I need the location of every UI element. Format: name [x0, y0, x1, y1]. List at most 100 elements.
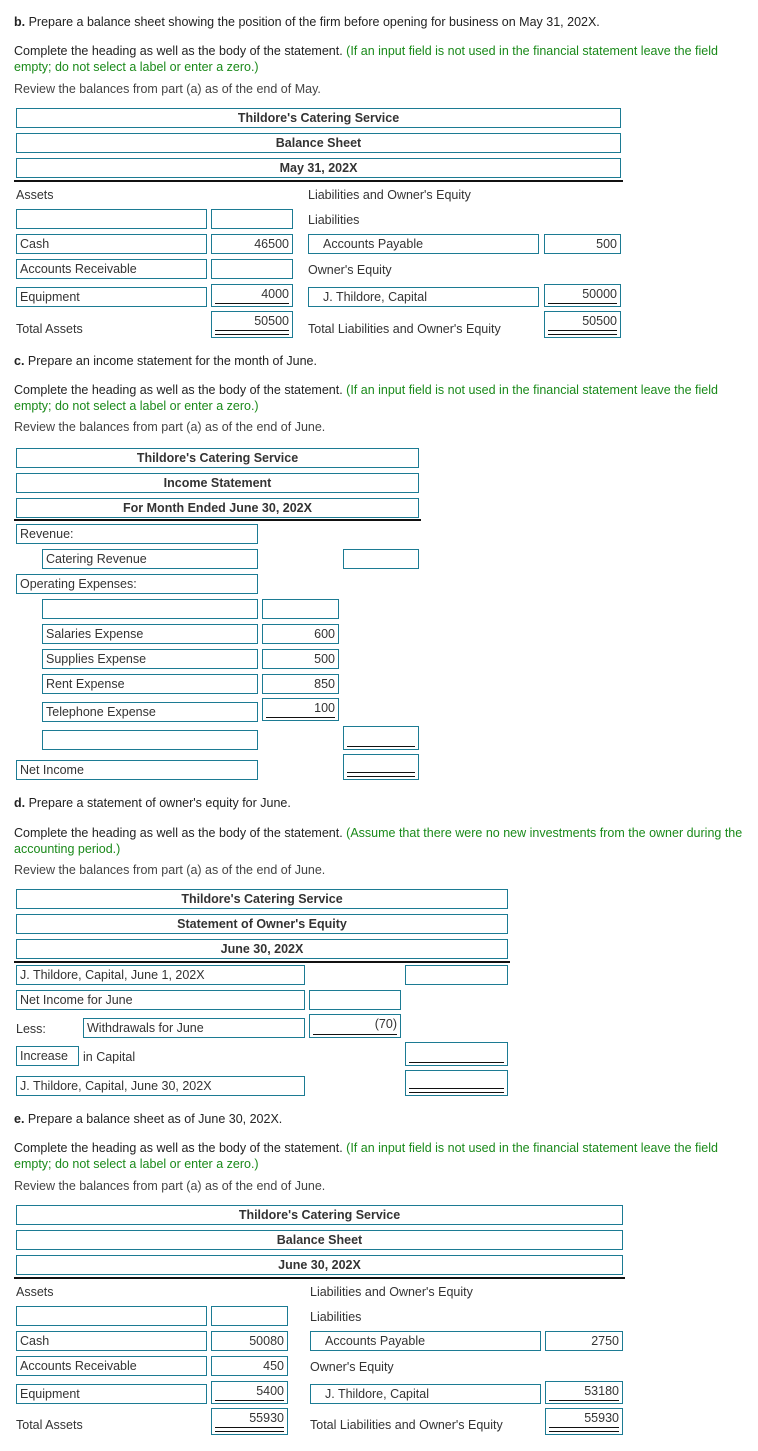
heading-company-input[interactable]: Thildore's Catering Service: [16, 1205, 623, 1225]
prompt-text: Prepare a statement of owner's equity fo…: [28, 796, 291, 810]
withdrawals-value-input[interactable]: (70): [309, 1014, 401, 1038]
asset-label-input-cash[interactable]: Cash: [16, 1331, 207, 1351]
asset-label-input-ar[interactable]: Accounts Receivable: [16, 1356, 207, 1376]
total-liab-equity-input[interactable]: 50500: [544, 311, 621, 338]
asset-value-input-equipment[interactable]: 4000: [211, 284, 293, 307]
double-underline: [215, 330, 289, 335]
value-text: 4000: [261, 287, 289, 301]
heading-title-input[interactable]: Balance Sheet: [16, 1230, 623, 1250]
total-expense-label-input[interactable]: [42, 730, 258, 750]
part-e-prompt: e. Prepare a balance sheet as of June 30…: [14, 1111, 754, 1127]
less-label: Less:: [16, 1022, 46, 1036]
part-c-prompt: c. Prepare an income statement for the m…: [14, 353, 754, 369]
asset-label-input-equipment[interactable]: Equipment: [16, 1384, 207, 1404]
heading-title-input[interactable]: Balance Sheet: [16, 133, 621, 153]
asset-value-input[interactable]: [211, 209, 293, 229]
expense-value-input-salaries[interactable]: 600: [262, 624, 339, 644]
asset-value-input-ar[interactable]: [211, 259, 293, 279]
liability-label-input[interactable]: Accounts Payable: [308, 234, 539, 254]
heading-date-input[interactable]: June 30, 202X: [16, 939, 508, 959]
total-liab-equity-label: Total Liabilities and Owner's Equity: [310, 1418, 503, 1432]
asset-value-input-ar[interactable]: 450: [211, 1356, 288, 1376]
part-letter: e.: [14, 1112, 25, 1126]
net-income-value-input[interactable]: [309, 990, 401, 1010]
part-letter: c.: [14, 354, 25, 368]
heading-company-input[interactable]: Thildore's Catering Service: [16, 448, 419, 468]
net-income-value-input[interactable]: [343, 754, 419, 780]
total-assets-input[interactable]: 50500: [211, 311, 293, 338]
expense-label-input-salaries[interactable]: Salaries Expense: [42, 624, 258, 644]
in-capital-label: in Capital: [83, 1050, 136, 1064]
assets-label: Assets: [16, 1285, 54, 1299]
heading-company-input[interactable]: Thildore's Catering Service: [16, 889, 508, 909]
expense-label-input-telephone[interactable]: Telephone Expense: [42, 702, 258, 722]
double-underline: [215, 1427, 284, 1432]
equity-label-input[interactable]: J. Thildore, Capital: [310, 1384, 541, 1404]
equity-value-input[interactable]: 53180: [545, 1381, 623, 1404]
total-assets-label: Total Assets: [16, 322, 83, 336]
owners-equity-label: Owner's Equity: [308, 263, 392, 277]
value-text: 55930: [584, 1411, 619, 1425]
capital-end-label-input[interactable]: J. Thildore, Capital, June 30, 202X: [16, 1076, 305, 1096]
part-e-instructions: Complete the heading as well as the body…: [14, 1140, 754, 1172]
heading-date-input[interactable]: May 31, 202X: [16, 158, 621, 178]
total-expense-value-input[interactable]: [343, 726, 419, 750]
equity-label-input[interactable]: J. Thildore, Capital: [308, 287, 539, 307]
asset-label-input-cash[interactable]: Cash: [16, 234, 207, 254]
single-underline: [549, 1400, 619, 1401]
heading-divider: [14, 180, 623, 182]
single-underline: [266, 717, 335, 718]
heading-title-input[interactable]: Income Statement: [16, 473, 419, 493]
revenue-label-input[interactable]: Catering Revenue: [42, 549, 258, 569]
heading-date-input[interactable]: June 30, 202X: [16, 1255, 623, 1275]
asset-value-input-cash[interactable]: 46500: [211, 234, 293, 254]
liability-label-input[interactable]: Accounts Payable: [310, 1331, 541, 1351]
expense-value-input-telephone[interactable]: 100: [262, 698, 339, 721]
withdrawals-label-input[interactable]: Withdrawals for June: [83, 1018, 305, 1038]
revenue-value-input[interactable]: [343, 549, 419, 569]
single-underline: [215, 303, 289, 304]
change-in-capital-value-input[interactable]: [405, 1042, 508, 1066]
part-b-prompt: b. Prepare a balance sheet showing the p…: [14, 14, 754, 30]
part-letter: b.: [14, 15, 26, 29]
asset-value-input-cash[interactable]: 50080: [211, 1331, 288, 1351]
asset-label-input-equipment[interactable]: Equipment: [16, 287, 207, 307]
total-assets-input[interactable]: 55930: [211, 1408, 288, 1435]
expense-value-input-supplies[interactable]: 500: [262, 649, 339, 669]
equity-value-input[interactable]: 50000: [544, 284, 621, 307]
capital-begin-label-input[interactable]: J. Thildore, Capital, June 1, 202X: [16, 965, 305, 985]
prompt-text: Prepare an income statement for the mont…: [27, 354, 317, 368]
asset-label-input[interactable]: [16, 209, 207, 229]
value-text: 50000: [582, 287, 617, 301]
expense-value-input[interactable]: [262, 599, 339, 619]
value-text: 50500: [254, 314, 289, 328]
part-b-review: Review the balances from part (a) as of …: [14, 82, 321, 96]
expense-value-input-rent[interactable]: 850: [262, 674, 339, 694]
heading-company-input[interactable]: Thildore's Catering Service: [16, 108, 621, 128]
expense-label-input-rent[interactable]: Rent Expense: [42, 674, 258, 694]
asset-value-input-equipment[interactable]: 5400: [211, 1381, 288, 1404]
liability-value-input[interactable]: 500: [544, 234, 621, 254]
net-income-label-input[interactable]: Net Income for June: [16, 990, 305, 1010]
value-text: 50500: [582, 314, 617, 328]
increase-decrease-select[interactable]: Increase: [16, 1046, 79, 1066]
value-text: 53180: [584, 1384, 619, 1398]
asset-label-input[interactable]: [16, 1306, 207, 1326]
net-income-label-input[interactable]: Net Income: [16, 760, 258, 780]
heading-date-input[interactable]: For Month Ended June 30, 202X: [16, 498, 419, 518]
heading-title-input[interactable]: Statement of Owner's Equity: [16, 914, 508, 934]
part-e-review: Review the balances from part (a) as of …: [14, 1179, 326, 1193]
asset-value-input[interactable]: [211, 1306, 288, 1326]
part-d-instructions: Complete the heading as well as the body…: [14, 825, 754, 857]
double-underline: [347, 772, 415, 777]
expense-label-input[interactable]: [42, 599, 258, 619]
total-liab-equity-input[interactable]: 55930: [545, 1408, 623, 1435]
capital-begin-value-input[interactable]: [405, 965, 508, 985]
revenue-header-input[interactable]: Revenue:: [16, 524, 258, 544]
asset-label-input-ar[interactable]: Accounts Receivable: [16, 259, 207, 279]
value-text: (70): [374, 1017, 397, 1031]
liability-value-input[interactable]: 2750: [545, 1331, 623, 1351]
opex-header-input[interactable]: Operating Expenses:: [16, 574, 258, 594]
expense-label-input-supplies[interactable]: Supplies Expense: [42, 649, 258, 669]
capital-end-value-input[interactable]: [405, 1070, 508, 1096]
